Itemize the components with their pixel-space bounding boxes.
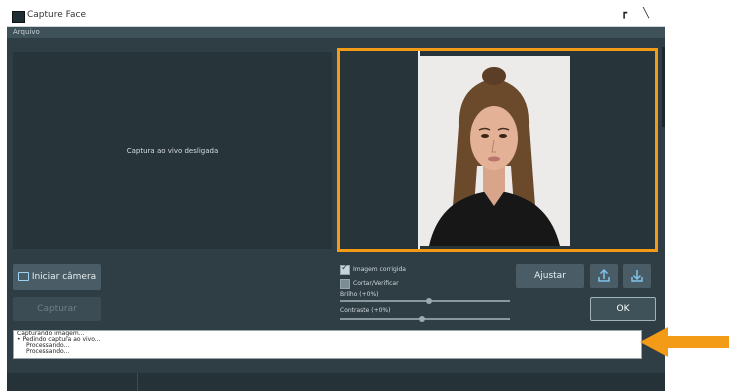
adjust-button[interactable]: Ajustar [516,264,584,288]
corrected-image-checkbox[interactable] [340,263,350,275]
camera-icon [17,272,29,281]
log-output[interactable]: Capturando imagem... • Pedindo captura a… [13,330,642,359]
brightness-slider[interactable] [340,300,510,302]
app-icon [12,11,25,23]
scrollbar-track[interactable] [662,47,665,127]
capture-button[interactable]: Capturar [13,297,101,321]
status-bar [7,373,665,391]
capture-label: Capturar [37,304,77,314]
download-button[interactable] [623,264,651,288]
capture-window: Capture Face ┏ ╲ Arquivo Captura ao vivo… [7,7,665,391]
brightness-label: Brilho (+0%) [340,291,379,298]
captured-photo-panel [337,48,658,252]
adjust-label: Ajustar [534,271,566,281]
close-icon[interactable]: ╲ [637,8,655,19]
live-capture-panel: Captura ao vivo desligada [13,52,332,249]
upload-button[interactable] [590,264,618,288]
menu-item-arquivo[interactable]: Arquivo [13,27,40,38]
annotation-arrow-icon [640,327,729,357]
corrected-image-label: Imagem corrigida [353,266,406,273]
log-line: Processando... [26,348,70,355]
live-capture-status: Captura ao vivo desligada [126,147,219,155]
crop-verify-checkbox[interactable] [340,279,350,289]
brightness-thumb[interactable] [426,298,432,304]
crop-verify-label: Cortar/Verificar [353,280,399,287]
contrast-slider[interactable] [340,318,510,320]
window-title: Capture Face [27,10,86,20]
captured-face-photo [419,56,570,246]
menu-bar: Arquivo [7,27,665,38]
start-camera-label: Iniciar câmera [31,272,97,282]
status-divider [137,373,138,391]
ok-label: OK [616,304,630,314]
ok-button[interactable]: OK [590,297,656,321]
download-icon [631,270,643,282]
start-camera-button[interactable]: Iniciar câmera [13,264,101,290]
title-bar: Capture Face ┏ ╲ [7,7,665,27]
contrast-label: Contraste (+0%) [340,307,391,314]
upload-icon [598,268,610,282]
contrast-thumb[interactable] [419,316,425,322]
maximize-icon[interactable]: ┏ [615,8,633,19]
